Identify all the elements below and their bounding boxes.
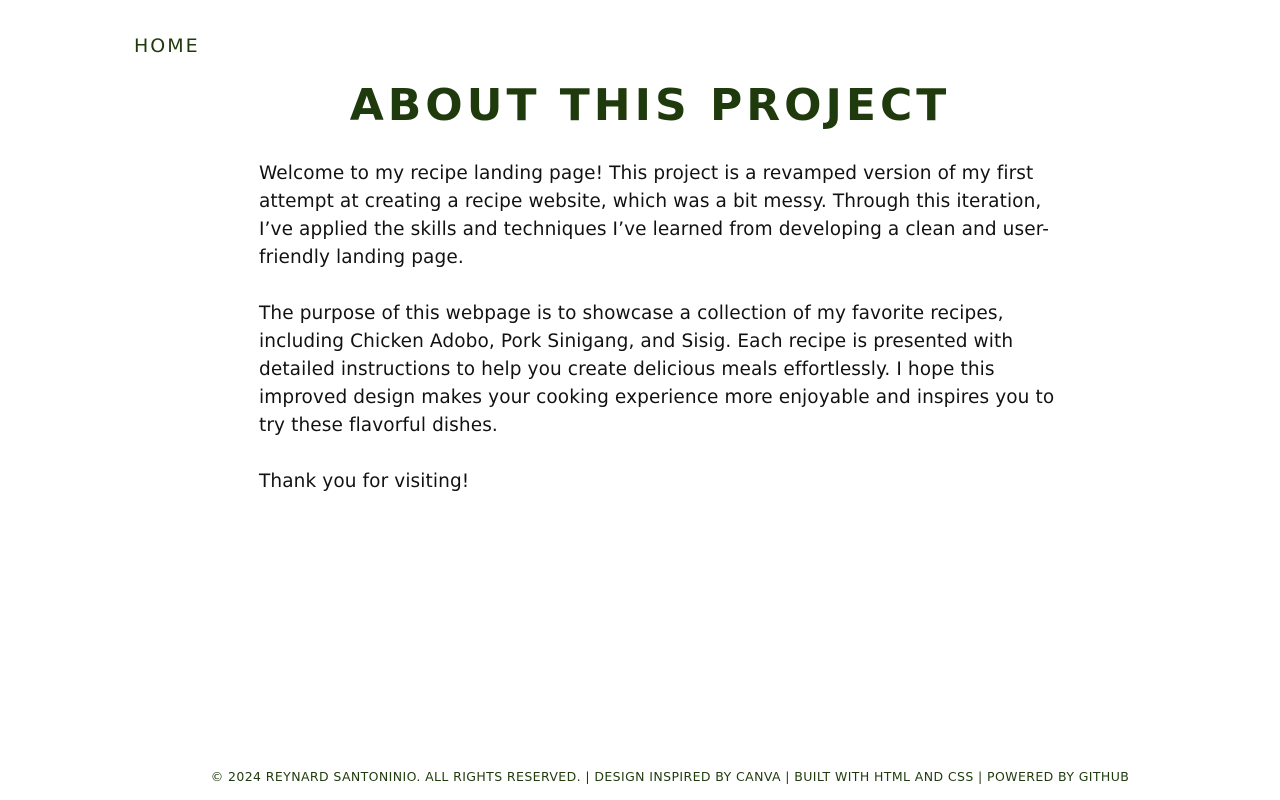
intro-paragraph: Welcome to my recipe landing page! This …	[259, 163, 1050, 268]
thanks-paragraph: Thank you for visiting!	[259, 471, 470, 492]
nav-home-link[interactable]: HOME	[134, 35, 200, 57]
footer-text: © 2024 REYNARD SANTONINIO. ALL RIGHTS RE…	[210, 769, 1130, 784]
purpose-paragraph: The purpose of this webpage is to showca…	[259, 303, 1055, 436]
footer: © 2024 REYNARD SANTONINIO. ALL RIGHTS RE…	[0, 769, 1280, 784]
main-nav: HOME	[134, 35, 200, 57]
about-content: Welcome to my recipe landing page! This …	[259, 160, 1059, 524]
page-title: ABOUT THIS PROJECT	[349, 80, 951, 131]
